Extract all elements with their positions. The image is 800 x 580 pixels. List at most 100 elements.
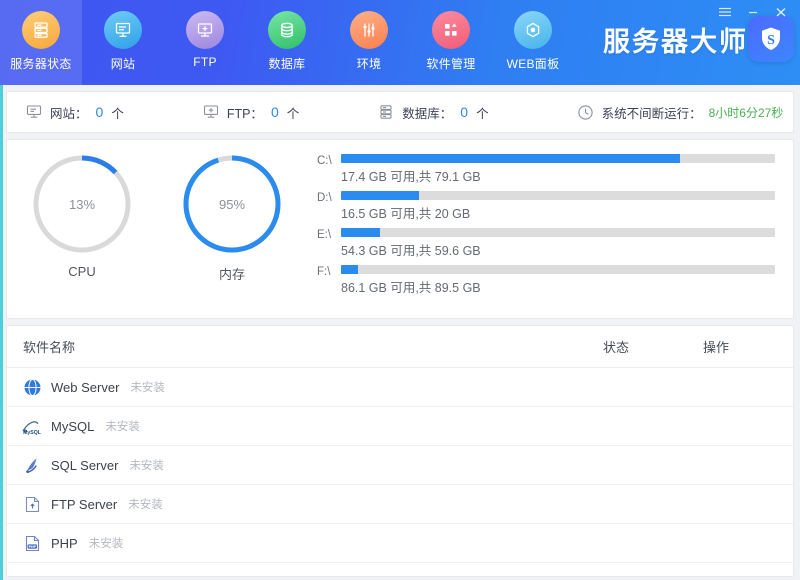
nav-tab-website[interactable]: 网站: [82, 0, 164, 85]
software-table: 软件名称 状态 操作 Web Server 未安装 MySQL MySQL 未安装 SQL…: [6, 325, 794, 577]
svg-text:MySQL: MySQL: [23, 430, 42, 436]
svg-text:PHP: PHP: [28, 544, 36, 548]
disk-letter: D:\: [317, 192, 332, 204]
cpu-percent-label: 13%: [68, 196, 96, 212]
nav-tab-ftp[interactable]: FTP: [164, 0, 246, 85]
disk-usage-track: [341, 265, 775, 274]
software-icon: [432, 11, 470, 49]
stat-unit: 个: [476, 106, 489, 121]
stat-websites: 网站： 0 个: [25, 103, 124, 122]
table-row[interactable]: PHP PHP 未安装: [7, 524, 793, 563]
clock-icon: [577, 103, 595, 121]
window-controls: [712, 2, 794, 22]
nav-tab-software[interactable]: 软件管理: [410, 0, 492, 85]
disk-body: 86.1 GB 可用,共 89.5 GB: [341, 265, 775, 298]
svg-text:S: S: [767, 33, 775, 48]
software-name: Web Server: [51, 379, 120, 395]
website-icon: [104, 11, 142, 49]
sqlserver-icon: [21, 454, 43, 476]
disk-info-text: 54.3 GB 可用,共 59.6 GB: [341, 244, 481, 258]
column-header-action: 操作: [703, 340, 730, 355]
php-icon: PHP: [21, 532, 43, 554]
monitor-icon: [25, 103, 43, 121]
nav-tab-web-panel[interactable]: WEB面板: [492, 0, 574, 85]
software-name: PHP: [51, 535, 78, 551]
disk-usage-list: C:\ 17.4 GB 可用,共 79.1 GB D:\ 16.5 GB 可用,共 2…: [307, 140, 793, 318]
disk-body: 17.4 GB 可用,共 79.1 GB: [341, 154, 775, 187]
stat-unit: 个: [111, 106, 124, 121]
mysql-icon: MySQL: [21, 415, 43, 437]
status-summary-bar: 网站： 0 个 FTP： 0 个 数据库： 0 个 系统不间断运行： 8小时6分…: [6, 91, 794, 133]
column-header-name: 软件名称: [23, 340, 76, 355]
disk-usage-fill: [341, 265, 359, 274]
left-accent-rail: [0, 85, 3, 580]
uptime-value: 8小时6分27秒: [708, 105, 784, 120]
stat-value: 0: [95, 104, 104, 120]
uptime-label: 系统不间断运行：: [601, 106, 702, 121]
gauge-cpu: 13% CPU: [7, 152, 157, 279]
disk-usage-fill: [341, 228, 381, 237]
shield-icon: S: [748, 16, 794, 62]
hamburger-icon[interactable]: [712, 2, 738, 22]
stat-database: 数据库： 0 个: [377, 103, 489, 122]
nav-tab-server-status[interactable]: 服务器状态: [0, 0, 82, 85]
ftpserver-icon: [21, 493, 43, 515]
software-status: 未安装: [88, 538, 124, 550]
software-name: SQL Server: [51, 457, 119, 473]
disk-letter: F:\: [317, 266, 331, 278]
stat-value: 0: [460, 104, 469, 120]
software-status: 未安装: [105, 421, 140, 433]
nav-tab-label: FTP: [193, 55, 217, 69]
table-row[interactable]: FTP Server 未安装: [7, 485, 793, 524]
db-small-icon: [377, 103, 395, 121]
disk-info-text: 86.1 GB 可用,共 89.5 GB: [341, 281, 481, 295]
cpu-ring: 13%: [30, 152, 134, 256]
environment-icon: [350, 11, 388, 49]
stat-label: 网站：: [50, 106, 88, 121]
gauge-group: 13% CPU 95% 内存: [7, 140, 307, 318]
resource-panel: 13% CPU 95% 内存 C:\ 17.4 GB 可用,共 79.1 GB D:…: [6, 139, 794, 319]
disk-info-text: 16.5 GB 可用,共 20 GB: [341, 207, 471, 221]
table-row[interactable]: Web Server 未安装: [7, 368, 793, 407]
software-name: MySQL: [51, 418, 95, 434]
stat-value: 0: [270, 104, 279, 120]
minimize-icon[interactable]: [740, 2, 766, 22]
software-name: FTP Server: [51, 496, 118, 512]
ftp-small-icon: [202, 103, 220, 121]
navigation-bar: 服务器状态 网站 FTP 数据库 环境 软件管理 WEB面板 服务器大师 S: [0, 0, 800, 85]
memory-percent-label: 95%: [218, 196, 246, 212]
table-body: Web Server 未安装 MySQL MySQL 未安装 SQL Server 未安装 F…: [7, 368, 793, 563]
disk-usage-fill: [341, 154, 680, 163]
cpu-name-label: CPU: [68, 264, 96, 279]
nav-tab-environment[interactable]: 环境: [328, 0, 410, 85]
stat-label: FTP：: [226, 106, 263, 121]
disk-usage-track: [341, 228, 775, 237]
nav-tabs: 服务器状态 网站 FTP 数据库 环境 软件管理 WEB面板: [0, 0, 574, 85]
column-header-status: 状态: [603, 340, 630, 355]
nav-tab-label: 服务器状态: [10, 57, 72, 71]
app-window: 服务器状态 网站 FTP 数据库 环境 软件管理 WEB面板 服务器大师 S 网…: [0, 0, 800, 580]
brand: 服务器大师: [603, 20, 748, 59]
table-row[interactable]: MySQL MySQL 未安装: [7, 407, 793, 446]
disk-item: C:\ 17.4 GB 可用,共 79.1 GB: [317, 154, 775, 187]
brand-title: 服务器大师: [603, 27, 748, 58]
ftp-icon: [186, 11, 224, 49]
close-icon[interactable]: [768, 2, 794, 22]
nav-tab-label: WEB面板: [506, 57, 560, 71]
disk-usage-fill: [341, 191, 420, 200]
nav-tab-label: 软件管理: [426, 57, 476, 71]
software-status: 未安装: [128, 499, 163, 511]
stat-ftp: FTP： 0 个: [202, 103, 299, 122]
disk-item: E:\ 54.3 GB 可用,共 59.6 GB: [317, 228, 775, 261]
software-status: 未安装: [130, 382, 165, 394]
nav-tab-database[interactable]: 数据库: [246, 0, 328, 85]
nav-tab-label: 数据库: [268, 57, 306, 71]
table-row[interactable]: SQL Server 未安装: [7, 446, 793, 485]
software-status: 未安装: [129, 460, 164, 472]
database-icon: [268, 11, 306, 49]
gauge-memory: 95% 内存: [157, 152, 307, 283]
disk-info-text: 17.4 GB 可用,共 79.1 GB: [341, 170, 481, 184]
memory-ring: 95%: [180, 152, 284, 256]
globe-icon: [21, 376, 43, 398]
nav-tab-label: 网站: [110, 57, 136, 71]
